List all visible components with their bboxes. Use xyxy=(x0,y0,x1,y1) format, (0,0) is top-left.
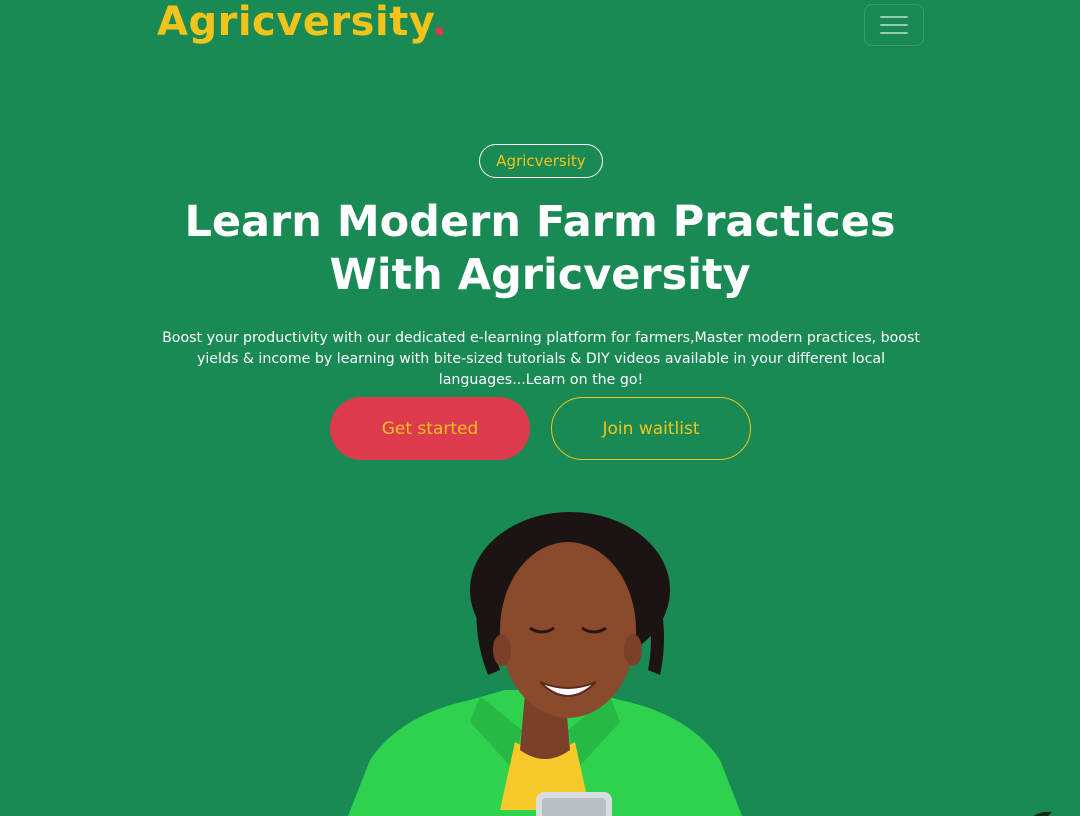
hero-photo xyxy=(348,512,742,816)
menu-toggle-button[interactable] xyxy=(864,4,924,46)
ear-left-shape xyxy=(493,634,511,666)
phone-screen-shape xyxy=(542,798,606,816)
hamburger-menu-icon xyxy=(880,16,908,34)
join-waitlist-button[interactable]: Join waitlist xyxy=(551,397,751,460)
ear-right-shape xyxy=(624,634,642,666)
hero-headline: Learn Modern Farm Practices With Agricve… xyxy=(184,197,896,300)
decorative-leaf-icon xyxy=(1033,811,1052,816)
hero-description: Boost your productivity with our dedicat… xyxy=(162,330,920,388)
landing-page: Agricversity. Agricversity Learn Modern … xyxy=(0,0,1080,816)
brand-logo[interactable]: Agricversity. xyxy=(157,0,447,48)
logo-text: Agricversity xyxy=(157,0,432,45)
hero-tag-badge: Agricversity xyxy=(479,144,603,178)
logo-dot: . xyxy=(431,0,448,45)
get-started-button[interactable]: Get started xyxy=(330,397,530,460)
